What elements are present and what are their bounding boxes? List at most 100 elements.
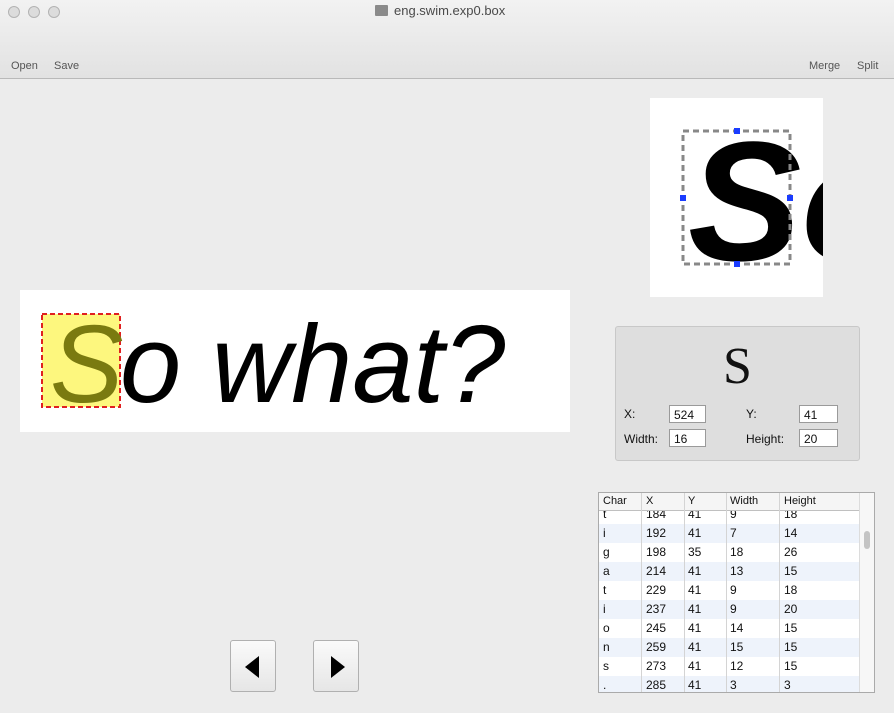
previous-button[interactable] [230, 640, 276, 692]
table-cell: 41 [688, 621, 702, 635]
page-image[interactable]: S o what? [20, 290, 570, 432]
table-cell: 9 [730, 583, 737, 597]
table-cell: o [603, 621, 610, 635]
column-divider [684, 493, 685, 692]
table-cell: a [603, 564, 610, 578]
table-row[interactable]: . 285 41 3 3 [599, 676, 859, 692]
window-title: eng.swim.exp0.box [394, 3, 506, 18]
table-cell: 26 [784, 545, 798, 559]
table-cell: 259 [646, 640, 667, 654]
table-row[interactable]: i 192 41 7 14 [599, 524, 859, 543]
table-header: Char X Y Width Height [599, 493, 859, 511]
resize-handle-top[interactable] [734, 128, 740, 134]
resize-handle-bottom[interactable] [734, 261, 740, 267]
column-divider [779, 493, 780, 692]
table-cell: 245 [646, 621, 667, 635]
table-cell: 285 [646, 678, 667, 692]
current-char: S [723, 338, 752, 395]
table-row[interactable]: s 273 41 12 15 [599, 657, 859, 676]
table-cell: 14 [730, 621, 744, 635]
table-cell: i [603, 526, 606, 540]
save-button[interactable]: Save [54, 60, 79, 72]
resize-handle-right[interactable] [787, 195, 793, 201]
document-icon [375, 5, 388, 16]
table-cell: 273 [646, 659, 667, 673]
table-row[interactable]: a 214 41 13 15 [599, 562, 859, 581]
box-table[interactable]: t 184 41 9 18 i 192 41 7 14 g 198 35 18 26 a 214 41 13 15 t 2… [598, 492, 875, 693]
zoom-view[interactable]: So what? [650, 98, 823, 297]
triangle-left-icon [245, 656, 259, 678]
table-cell: 15 [784, 659, 798, 673]
column-header-x[interactable]: X [646, 495, 653, 507]
table-cell: i [603, 602, 606, 616]
title-bar: eng.swim.exp0.box Open Save Merge Split [0, 0, 894, 79]
zoom-glyph-view: So what? [680, 107, 823, 297]
table-cell: 18 [784, 583, 798, 597]
vertical-scrollbar[interactable] [859, 493, 874, 692]
table-cell: 41 [688, 678, 702, 692]
table-cell: 20 [784, 602, 798, 616]
table-cell: 198 [646, 545, 667, 559]
table-row[interactable]: g 198 35 18 26 [599, 543, 859, 562]
image-text: o what? [120, 303, 505, 426]
column-header-y[interactable]: Y [688, 495, 695, 507]
table-cell: 41 [688, 526, 702, 540]
table-cell: s [603, 659, 609, 673]
table-cell: 192 [646, 526, 667, 540]
column-header-height[interactable]: Height [784, 495, 816, 507]
table-cell: 9 [730, 602, 737, 616]
column-header-char[interactable]: Char [603, 495, 627, 507]
table-cell: 15 [784, 640, 798, 654]
height-label: Height: [746, 432, 785, 446]
table-cell: 3 [730, 678, 737, 692]
table-row[interactable]: o 245 41 14 15 [599, 619, 859, 638]
table-cell: 13 [730, 564, 744, 578]
table-row[interactable]: i 237 41 9 20 [599, 600, 859, 619]
minimize-window-button[interactable] [28, 6, 40, 18]
table-cell: t [603, 583, 607, 597]
column-divider [726, 493, 727, 692]
table-cell: 15 [784, 564, 798, 578]
x-label: X: [624, 407, 636, 421]
close-window-button[interactable] [8, 6, 20, 18]
table-cell: . [603, 678, 607, 692]
scrollbar-thumb[interactable] [864, 531, 870, 549]
zoom-window-button[interactable] [48, 6, 60, 18]
column-divider [641, 493, 642, 692]
table-cell: 12 [730, 659, 744, 673]
char-info-panel: S X: 524 Y: 41 Width: 16 Height: 20 [615, 326, 860, 461]
table-cell: 18 [730, 545, 744, 559]
zoom-glyph: So what? [688, 107, 823, 297]
table-cell: 7 [730, 526, 737, 540]
table-cell: 41 [688, 602, 702, 616]
table-cell: 3 [784, 678, 791, 692]
resize-handle-left[interactable] [680, 195, 686, 201]
table-cell: 41 [688, 583, 702, 597]
page-image-view[interactable]: S o what? [20, 290, 570, 432]
open-button[interactable]: Open [11, 60, 38, 72]
table-cell: 35 [688, 545, 702, 559]
triangle-right-icon [331, 656, 345, 678]
table-cell: 15 [784, 621, 798, 635]
selected-glyph: S [50, 303, 123, 426]
column-header-width[interactable]: Width [730, 495, 758, 507]
height-field[interactable]: 20 [799, 429, 838, 447]
width-label: Width: [624, 432, 659, 446]
y-field[interactable]: 41 [799, 405, 838, 423]
table-cell: 41 [688, 640, 702, 654]
width-field[interactable]: 16 [669, 429, 706, 447]
table-cell: g [603, 545, 610, 559]
table-cell: 15 [730, 640, 744, 654]
table-row[interactable]: t 229 41 9 18 [599, 581, 859, 600]
merge-button[interactable]: Merge [809, 60, 840, 72]
table-cell: n [603, 640, 610, 654]
y-label: Y: [746, 407, 757, 421]
table-cell: 41 [688, 659, 702, 673]
x-field[interactable]: 524 [669, 405, 706, 423]
split-button[interactable]: Split [857, 60, 878, 72]
table-cell: 229 [646, 583, 667, 597]
table-cell: 41 [688, 564, 702, 578]
table-cell: 14 [784, 526, 798, 540]
next-button[interactable] [313, 640, 359, 692]
table-row[interactable]: n 259 41 15 15 [599, 638, 859, 657]
